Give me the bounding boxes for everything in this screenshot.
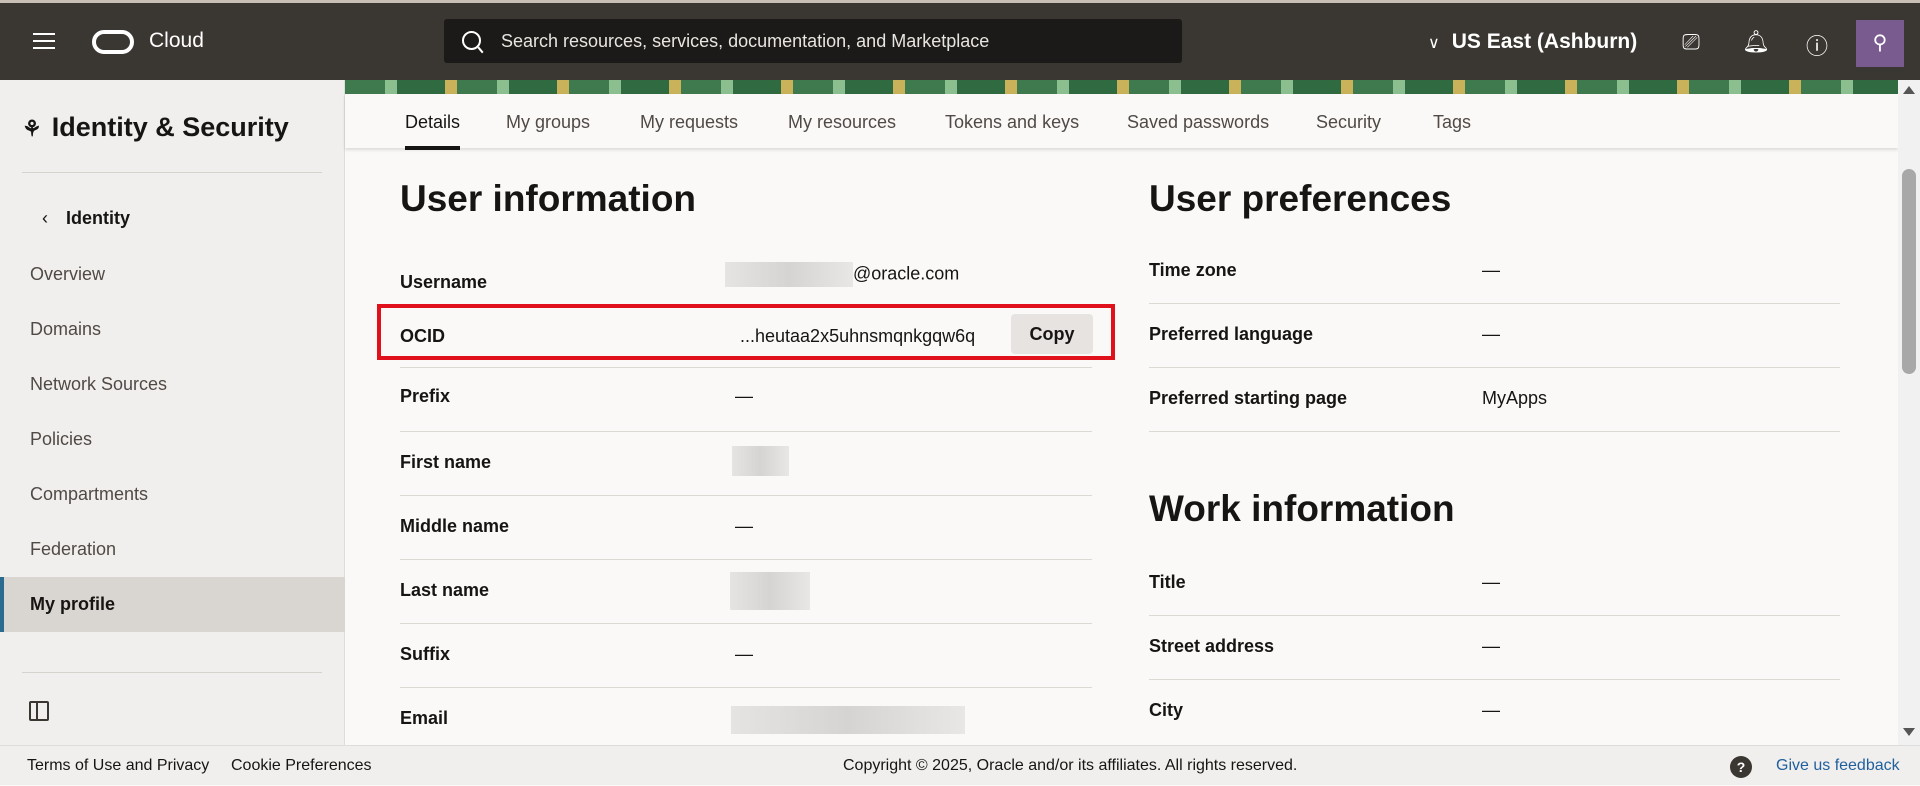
title-value: —	[1482, 572, 1500, 592]
divider	[22, 172, 322, 173]
scrollbar[interactable]	[1898, 80, 1920, 745]
suffix-label: Suffix	[400, 644, 451, 664]
redacted-first-name	[732, 446, 789, 476]
suffix-row: Suffix —	[400, 624, 1092, 688]
street-value: —	[1482, 636, 1500, 656]
tab-my-resources[interactable]: My resources	[788, 112, 896, 133]
redacted-email	[731, 706, 965, 734]
copy-ocid-button[interactable]: Copy	[1011, 314, 1093, 354]
street-row: Street address —	[1149, 616, 1840, 680]
time-zone-row: Time zone —	[1149, 240, 1840, 304]
username-value: @oracle.com	[725, 262, 959, 287]
chevron-down-icon: ∨	[1428, 35, 1440, 52]
last-name-value	[730, 572, 810, 610]
email-value	[731, 706, 965, 734]
menu-icon[interactable]	[33, 33, 55, 49]
first-name-row: First name	[400, 432, 1092, 496]
tab-bar: Details My groups My requests My resourc…	[345, 94, 1898, 150]
feedback-link[interactable]: Give us feedback	[1776, 746, 1900, 786]
copyright-text: Copyright © 2025, Oracle and/or its affi…	[843, 757, 1298, 774]
cloud-shell-icon[interactable]: ⎚	[1678, 29, 1704, 55]
first-name-value	[732, 446, 789, 476]
sidebar-item-network-sources[interactable]: Network Sources	[0, 357, 345, 412]
sidebar: ⚘ Identity & Security ‹ Identity Overview …	[0, 80, 345, 745]
identity-icon: ⚘	[22, 116, 42, 141]
middle-name-label: Middle name	[400, 516, 510, 536]
brand-label[interactable]: Cloud	[149, 29, 204, 53]
tab-my-requests[interactable]: My requests	[640, 112, 738, 133]
region-label: US East (Ashburn)	[1451, 30, 1638, 53]
help-icon[interactable]: ⓘ	[1804, 29, 1830, 61]
sidebar-item-federation[interactable]: Federation	[0, 522, 345, 577]
tab-details[interactable]: Details	[405, 112, 461, 150]
ocid-highlight	[377, 304, 1115, 360]
tab-tokens-and-keys[interactable]: Tokens and keys	[945, 112, 1079, 133]
prefix-value: —	[735, 386, 753, 406]
terms-link[interactable]: Terms of Use and Privacy	[27, 746, 209, 786]
middle-name-row: Middle name —	[400, 496, 1092, 560]
starting-page-label: Preferred starting page	[1149, 388, 1348, 408]
starting-page-row: Preferred starting page MyApps	[1149, 368, 1840, 432]
sidebar-item-my-profile[interactable]: My profile	[0, 577, 345, 632]
preferred-language-row: Preferred language —	[1149, 304, 1840, 368]
tab-saved-passwords[interactable]: Saved passwords	[1127, 112, 1269, 133]
cookie-preferences-link[interactable]: Cookie Preferences	[231, 746, 372, 786]
suffix-value: —	[735, 644, 753, 664]
preferred-language-value: —	[1482, 324, 1500, 344]
last-name-row: Last name	[400, 560, 1092, 624]
email-row: Email	[400, 688, 1092, 752]
street-label: Street address	[1149, 636, 1275, 656]
work-information-heading: Work information	[1149, 488, 1455, 529]
chevron-left-icon: ‹	[42, 208, 48, 228]
top-header: Cloud Search resources, services, docume…	[0, 0, 1920, 80]
starting-page-value: MyApps	[1482, 388, 1548, 408]
search-input[interactable]: Search resources, services, documentatio…	[444, 19, 1182, 63]
username-label: Username	[400, 272, 488, 292]
profile-banner	[345, 80, 1898, 94]
search-icon	[462, 31, 481, 50]
region-selector[interactable]: ∨ US East (Ashburn)	[1428, 30, 1637, 54]
user-preferences-heading: User preferences	[1149, 178, 1452, 219]
sidebar-item-domains[interactable]: Domains	[0, 302, 345, 357]
email-label: Email	[400, 708, 449, 728]
scroll-down-icon[interactable]	[1903, 728, 1915, 736]
first-name-label: First name	[400, 452, 492, 472]
sidebar-item-overview[interactable]: Overview	[0, 247, 345, 302]
last-name-label: Last name	[400, 580, 490, 600]
prefix-label: Prefix	[400, 386, 451, 406]
username-domain: @oracle.com	[853, 263, 960, 284]
oracle-logo[interactable]	[92, 30, 134, 54]
sidebar-item-policies[interactable]: Policies	[0, 412, 345, 467]
title-row: Title —	[1149, 552, 1840, 616]
divider	[22, 672, 322, 673]
city-row: City —	[1149, 680, 1840, 744]
city-label: City	[1149, 700, 1184, 720]
sidebar-item-compartments[interactable]: Compartments	[0, 467, 345, 522]
search-placeholder: Search resources, services, documentatio…	[501, 31, 990, 51]
middle-name-value: —	[735, 516, 753, 536]
sidebar-title: ⚘ Identity & Security	[22, 112, 289, 143]
avatar[interactable]: ⚲	[1856, 20, 1904, 67]
preferred-language-label: Preferred language	[1149, 324, 1314, 344]
city-value: —	[1482, 700, 1500, 720]
scroll-up-icon[interactable]	[1903, 86, 1915, 94]
collapse-sidebar-icon[interactable]	[29, 701, 49, 721]
title-label: Title	[1149, 572, 1186, 592]
time-zone-label: Time zone	[1149, 260, 1237, 280]
help-icon[interactable]: ?	[1730, 756, 1752, 778]
bell-icon[interactable]: 🔔︎	[1742, 29, 1770, 55]
tab-security[interactable]: Security	[1316, 112, 1381, 133]
tab-my-groups[interactable]: My groups	[506, 112, 590, 133]
sidebar-title-text: Identity & Security	[51, 112, 289, 142]
footer: Terms of Use and Privacy Cookie Preferen…	[0, 745, 1920, 785]
user-information-heading: User information	[400, 178, 697, 219]
prefix-row: Prefix —	[400, 368, 1092, 432]
back-to-identity[interactable]: ‹ Identity	[42, 208, 130, 229]
tab-tags[interactable]: Tags	[1433, 112, 1471, 133]
redacted-username	[725, 262, 853, 287]
time-zone-value: —	[1482, 260, 1500, 280]
redacted-last-name	[730, 572, 810, 610]
back-label: Identity	[66, 208, 131, 228]
scrollbar-thumb[interactable]	[1902, 169, 1916, 374]
